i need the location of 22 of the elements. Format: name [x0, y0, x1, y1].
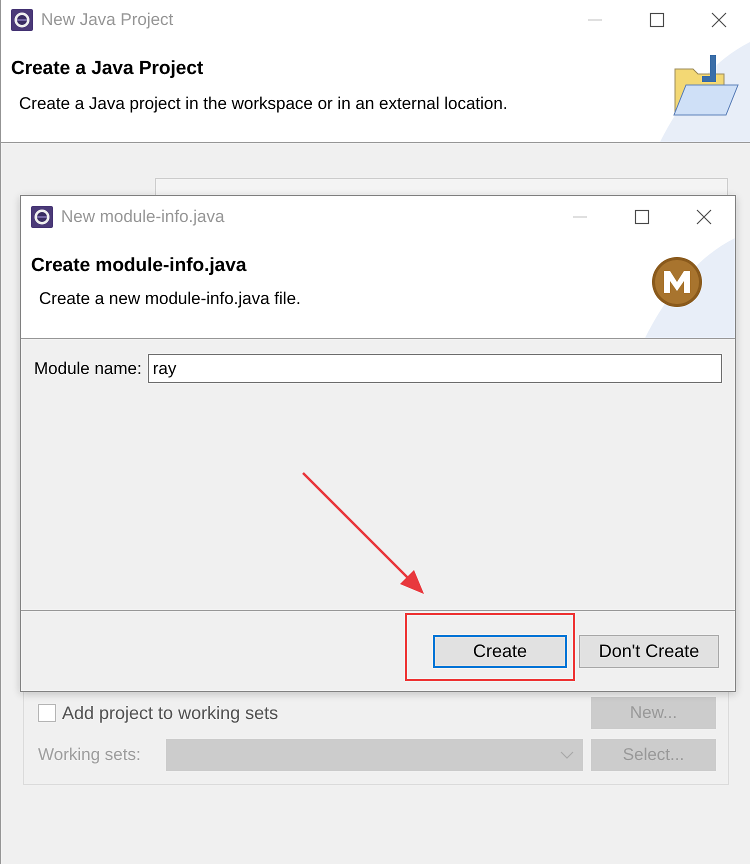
- chevron-down-icon: [560, 750, 574, 760]
- header-description: Create a Java project in the workspace or in an external location.: [18, 94, 509, 114]
- add-to-working-sets-checkbox[interactable]: Add project to working sets: [38, 702, 278, 724]
- window-title: New module-info.java: [61, 207, 224, 227]
- maximize-icon: [649, 12, 665, 28]
- dialog-button[interactable]: Create: [433, 634, 567, 668]
- window-title: New Java Project: [41, 10, 174, 30]
- field-label: Module name:: [34, 358, 142, 378]
- module-name-field[interactable]: ray: [148, 354, 722, 383]
- dialog-button[interactable]: Don't Create: [579, 634, 719, 668]
- module-icon: [651, 256, 703, 308]
- app-icon: [31, 206, 53, 228]
- minimize-icon: [573, 216, 587, 218]
- header-title: Create a Java Project: [11, 58, 204, 80]
- minimize-icon: [588, 19, 602, 21]
- header-title: Create module-info.java: [31, 255, 248, 277]
- close-icon: [696, 209, 712, 225]
- maximize-icon: [634, 209, 650, 225]
- close-icon: [711, 12, 727, 28]
- field-label: Working sets:: [38, 745, 142, 765]
- header-description: Create a new module-info.java file.: [38, 289, 302, 309]
- app-icon: [11, 9, 33, 31]
